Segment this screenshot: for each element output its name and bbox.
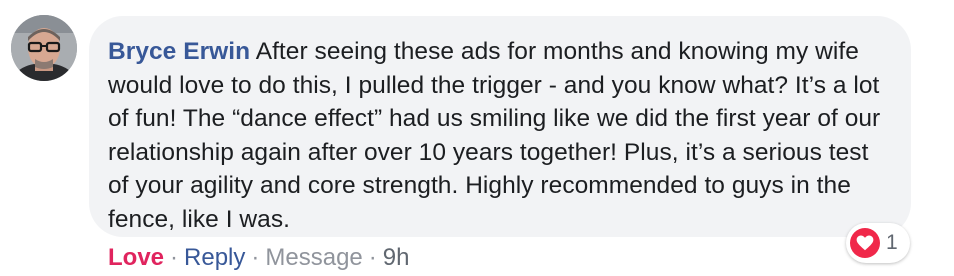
- profile-photo: [11, 15, 77, 81]
- heart-icon: [850, 228, 880, 258]
- comment-body: Bryce Erwin After seeing these ads for m…: [108, 35, 891, 236]
- message-button[interactable]: Message: [265, 244, 362, 271]
- separator: ·: [251, 244, 260, 271]
- comment-author-name[interactable]: Bryce Erwin: [108, 38, 250, 65]
- separator: ·: [170, 244, 179, 271]
- separator: ·: [368, 244, 377, 271]
- reaction-summary[interactable]: 1: [846, 223, 910, 263]
- reply-button[interactable]: Reply: [184, 244, 245, 271]
- comment-actions: Love · Reply · Message · 9h: [108, 244, 409, 272]
- comment-text: After seeing these ads for months and kn…: [108, 38, 881, 233]
- reaction-count: 1: [886, 231, 898, 254]
- love-button[interactable]: Love: [108, 244, 164, 271]
- avatar[interactable]: [11, 15, 77, 81]
- comment-bubble: Bryce Erwin After seeing these ads for m…: [89, 16, 911, 237]
- timestamp[interactable]: 9h: [383, 244, 410, 271]
